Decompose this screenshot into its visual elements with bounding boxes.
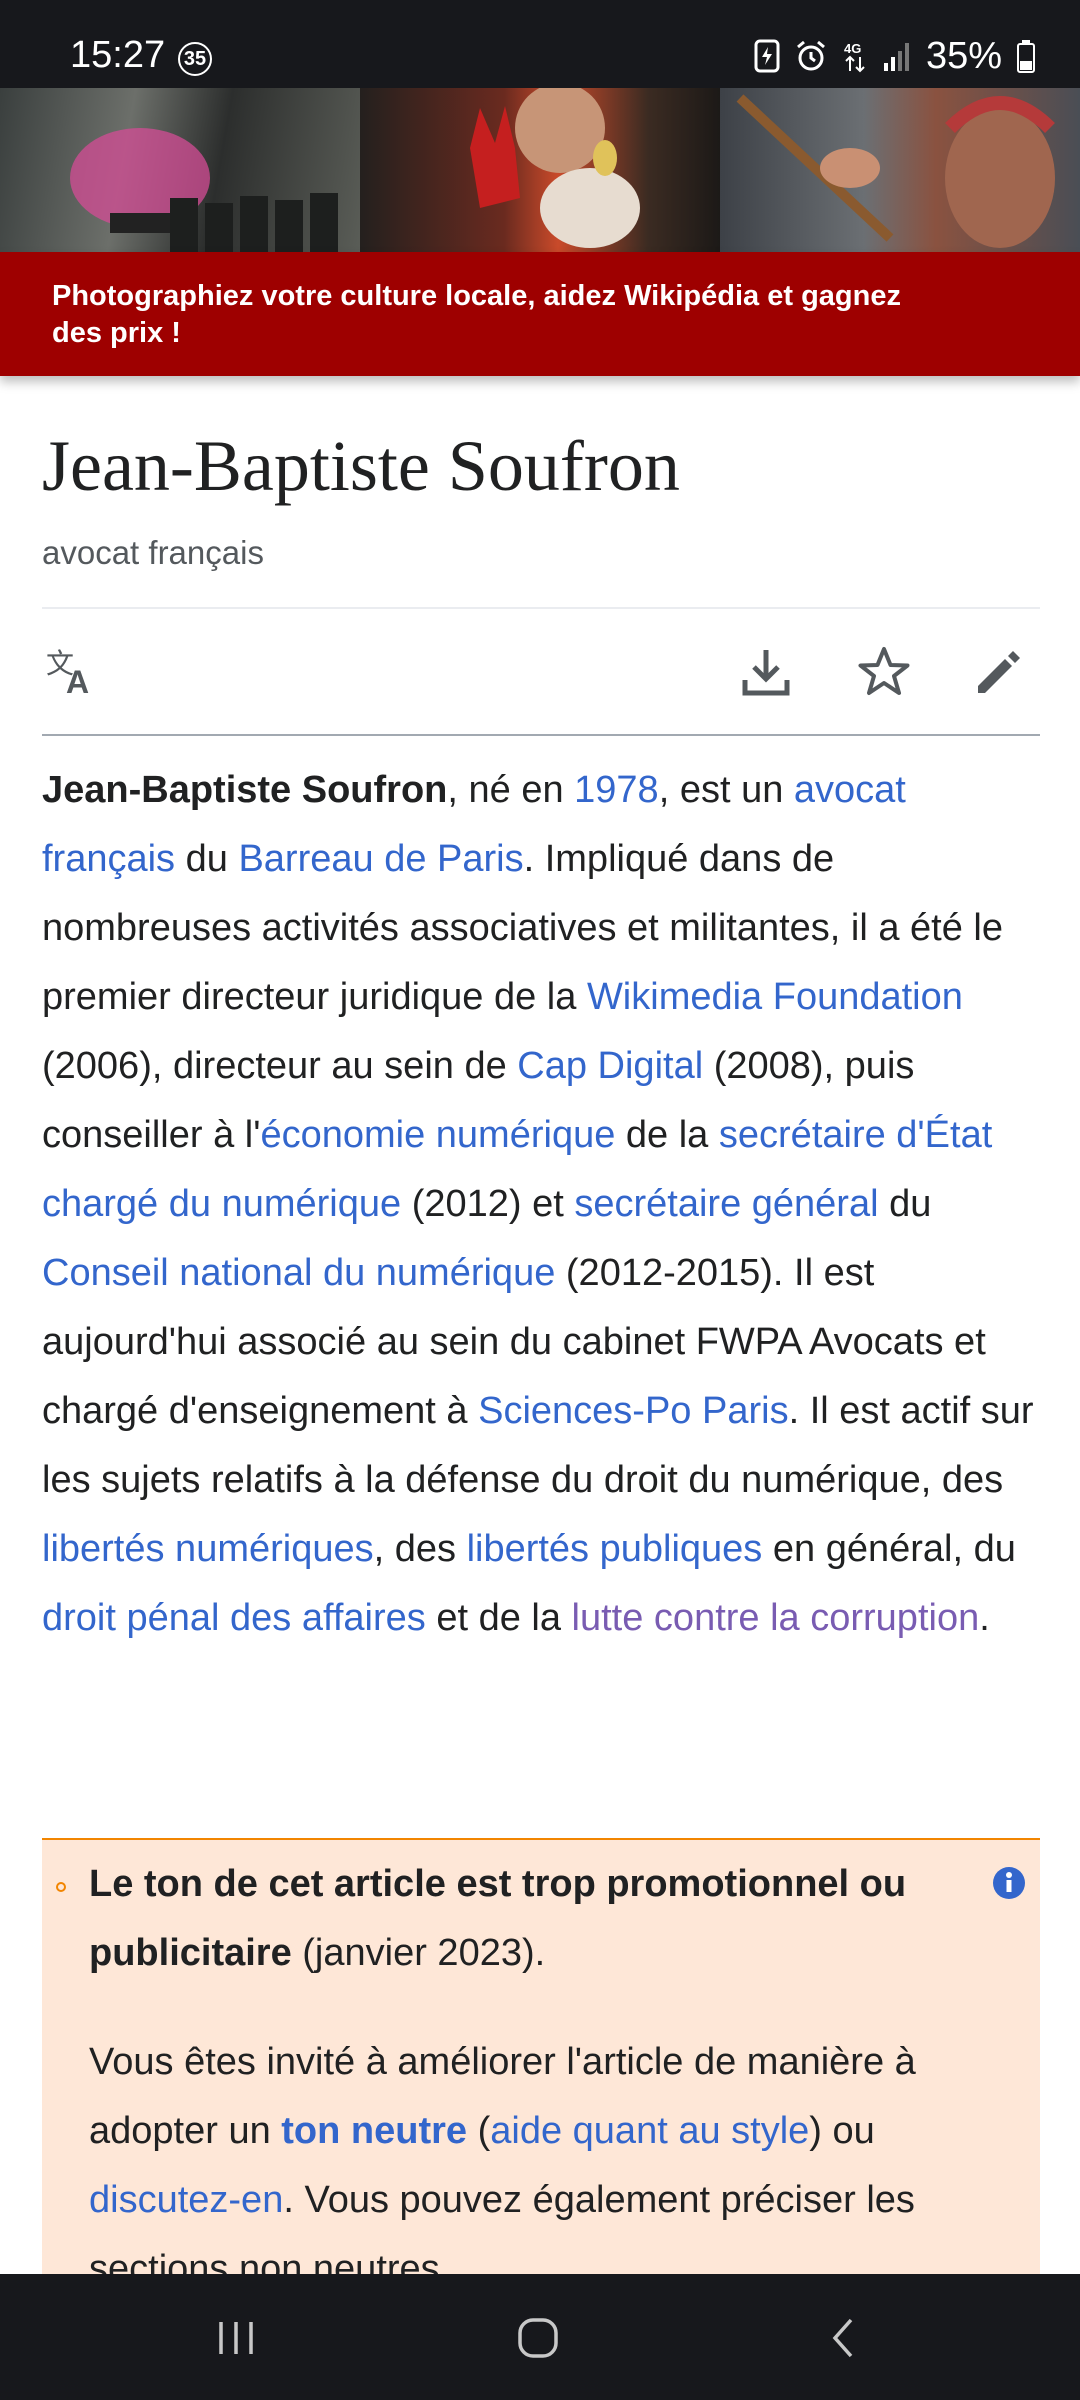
download-button[interactable] [734,640,798,704]
star-icon [858,647,910,695]
divider [42,607,1040,609]
link-wikimedia-foundation[interactable]: Wikimedia Foundation [587,976,963,1018]
network-4g-icon: 4G [844,41,865,73]
article-body: Jean-Baptiste Soufron, né en 1978, est u… [42,756,1042,1653]
watch-button[interactable] [852,640,916,704]
ambox-promotional-notice[interactable]: Le ton de cet article est trop promotion… [42,1838,1040,2278]
banner-photo-2 [360,88,720,252]
system-navigation-bar [0,2274,1080,2400]
home-icon [518,2318,558,2358]
article-subject: Jean-Baptiste Soufron [42,769,448,811]
battery-percent: 35% [925,35,1002,77]
page-actions-toolbar: 文 A [42,610,1040,734]
home-button[interactable] [498,2306,578,2370]
info-icon[interactable] [992,1866,1026,1900]
status-icons: 4G 35% [754,34,1036,78]
link-sciences-po-paris[interactable]: Sciences-Po Paris [478,1390,788,1432]
link-aide-quant-au-style[interactable]: aide quant au style [490,2110,809,2152]
link-secretaire-general[interactable]: secrétaire général [574,1183,878,1225]
recents-icon [219,2322,253,2354]
download-icon [742,650,790,696]
link-ton-neutre[interactable]: ton neutre [281,2110,467,2152]
campaign-banner-text[interactable]: Photographiez votre culture locale, aide… [52,278,932,352]
status-bar: 15:27 35 4G 35% [0,0,1080,88]
notice-content: Le ton de cet article est trop promotion… [89,1863,916,2278]
back-button[interactable] [802,2306,882,2370]
link-lutte-contre-corruption[interactable]: lutte contre la corruption [572,1597,980,1639]
bullet-icon [56,1882,66,1892]
link-barreau-de-paris[interactable]: Barreau de Paris [238,838,523,880]
campaign-banner[interactable]: Photographiez votre culture locale, aide… [0,252,1080,376]
link-droit-penal-affaires[interactable]: droit pénal des affaires [42,1597,426,1639]
signal-icon [883,43,909,71]
banner-photo-1 [0,88,360,252]
svg-text:4G: 4G [844,41,861,56]
banner-photo-3 [720,88,1080,252]
divider [42,734,1040,736]
edit-icon [978,651,1020,693]
battery-icon [1017,40,1035,73]
translate-icon: 文 A [46,647,89,697]
alarm-icon [796,40,825,71]
link-cap-digital[interactable]: Cap Digital [517,1045,703,1087]
edit-button[interactable] [966,640,1030,704]
link-economie-numerique[interactable]: économie numérique [260,1114,615,1156]
back-icon [832,2318,853,2358]
page-title: Jean-Baptiste Soufron [42,426,680,506]
campaign-banner-images[interactable] [0,88,1080,252]
link-1978[interactable]: 1978 [574,769,659,811]
notice-date: (janvier 2023). [291,1932,546,1974]
lead-paragraph: Jean-Baptiste Soufron, né en 1978, est u… [42,769,1034,1639]
link-libertes-publiques[interactable]: libertés publiques [467,1528,763,1570]
clock: 15:27 [70,34,166,76]
svg-text:A: A [66,664,89,697]
link-libertes-numeriques[interactable]: libertés numériques [42,1528,374,1570]
data-saver-icon [754,39,780,73]
link-discutez-en[interactable]: discutez-en [89,2179,283,2221]
notification-count-badge: 35 [178,42,212,76]
link-conseil-national-numerique[interactable]: Conseil national du numérique [42,1252,555,1294]
language-button[interactable]: 文 A [42,640,106,704]
page-description: avocat français [42,534,264,571]
recents-button[interactable] [196,2306,276,2370]
